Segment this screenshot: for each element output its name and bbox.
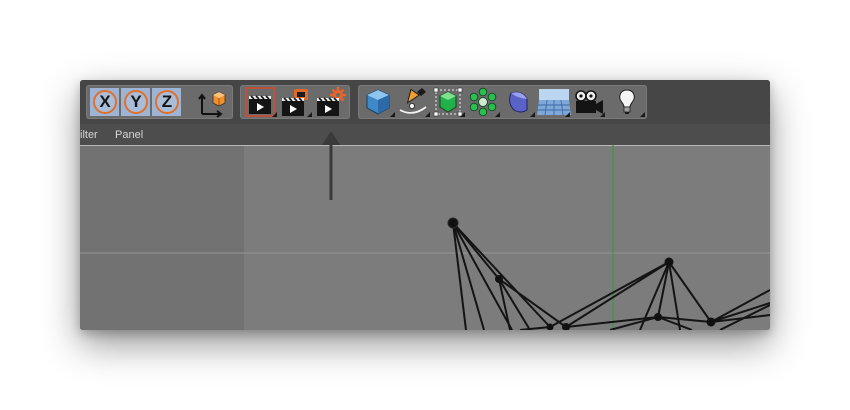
viewport-menubar: ilter Panel: [80, 124, 770, 145]
z-axis-lock-button[interactable]: Z: [152, 88, 181, 116]
deformer-submenu-corner: [530, 112, 535, 117]
viewport-left-panel: [80, 145, 244, 330]
subdivision-surface-button[interactable]: [432, 86, 466, 118]
subdivision-submenu-corner: [460, 112, 465, 117]
3d-viewport[interactable]: [80, 145, 770, 330]
render-settings-icon: [317, 87, 346, 116]
cube-submenu-corner: [390, 112, 395, 117]
light-submenu-corner: [640, 112, 645, 117]
x-axis-lock-button[interactable]: X: [90, 88, 119, 116]
annotation-arrow-icon: [322, 131, 340, 200]
main-toolbar: X Y Z: [80, 80, 770, 124]
y-axis-lock-button[interactable]: Y: [121, 88, 150, 116]
menu-filter[interactable]: ilter: [80, 129, 98, 141]
menu-panel[interactable]: Panel: [115, 129, 143, 141]
app-window: X Y Z ilter Panel: [80, 80, 770, 330]
render-settings-button[interactable]: [314, 86, 348, 118]
x-axis-lock-icon: X: [93, 90, 117, 114]
floor-environment-button[interactable]: [537, 86, 571, 118]
render-picture-submenu-corner: [307, 112, 312, 117]
viewport-canvas[interactable]: [80, 145, 770, 330]
z-axis-lock-icon: Z: [155, 90, 179, 114]
pen-submenu-corner: [425, 112, 430, 117]
render-view-submenu-corner: [272, 112, 277, 117]
camera-button[interactable]: [572, 86, 606, 118]
deformer-bend-button[interactable]: [502, 86, 536, 118]
floor-submenu-corner: [565, 112, 570, 117]
coordinate-system-button[interactable]: [196, 86, 230, 118]
cube-primitive-button[interactable]: [362, 86, 396, 118]
render-to-picture-viewer-button[interactable]: [279, 86, 313, 118]
pen-spline-button[interactable]: [397, 86, 431, 118]
cloner-mograph-button[interactable]: [467, 86, 501, 118]
render-view-button[interactable]: [244, 86, 278, 118]
camera-submenu-corner: [600, 112, 605, 117]
cloner-submenu-corner: [495, 112, 500, 117]
light-button[interactable]: [612, 86, 646, 118]
y-axis-lock-icon: Y: [124, 90, 148, 114]
coordinate-system-icon: [198, 91, 226, 118]
